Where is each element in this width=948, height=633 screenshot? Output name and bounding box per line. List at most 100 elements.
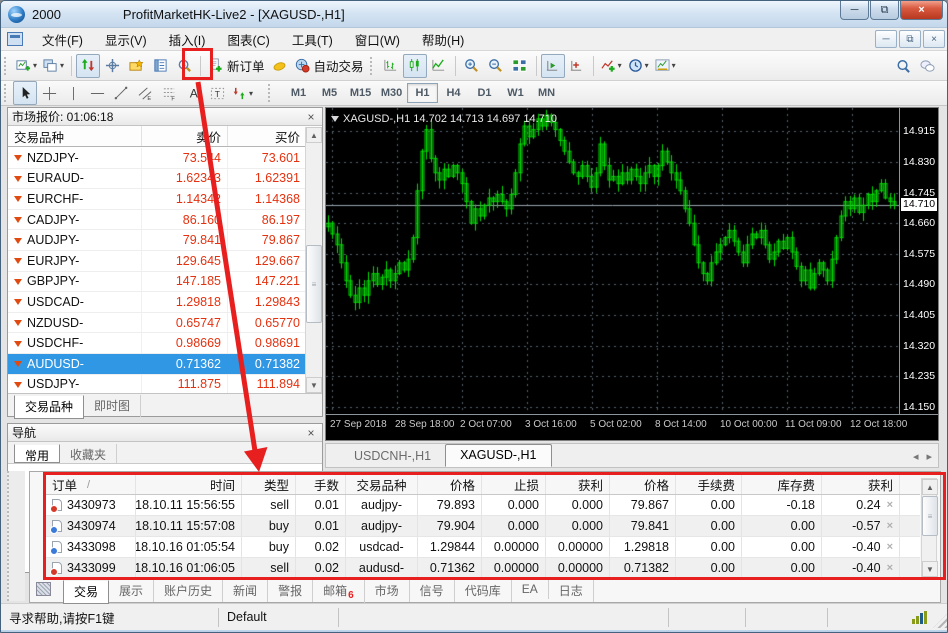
toolbar-grip[interactable] (4, 56, 9, 75)
market-watch-tab[interactable]: 交易品种 (14, 395, 85, 419)
timeframe-m30-button[interactable]: M30 (376, 83, 407, 103)
close-order-icon[interactable]: × (887, 499, 893, 511)
navigator-tab[interactable]: 常用 (14, 444, 61, 463)
fibonacci-button[interactable]: F (157, 81, 181, 105)
chat-button[interactable] (915, 54, 939, 78)
strategy-tester-button[interactable] (172, 54, 196, 78)
new-chart-button[interactable]: ▾ (13, 54, 40, 78)
close-icon[interactable]: × (304, 426, 318, 440)
resize-grip[interactable] (933, 614, 947, 628)
orders-column-header[interactable]: 订单 / (46, 475, 136, 494)
order-row[interactable]: 3430973 2018.10.11 15:56:55 sell 0.01 audjpy… (46, 495, 920, 516)
terminal-button[interactable] (148, 54, 172, 78)
toolbar-grip[interactable] (268, 84, 273, 102)
minimize-button[interactable]: ─ (840, 1, 869, 20)
time-scale[interactable]: 27 Sep 2018 28 Sep 18:00 2 Oct 07:00 3 Oct … (326, 414, 938, 440)
timeframe-h4-button[interactable]: H4 (438, 83, 469, 103)
market-watch-row[interactable]: EURCHF- 1.14342 1.14368 (8, 189, 306, 210)
mdi-minimize-button[interactable]: ─ (875, 30, 897, 48)
scroll-down-icon[interactable]: ▼ (922, 561, 938, 577)
order-row[interactable]: 3433099 2018.10.16 01:06:05 sell 0.02 audusd… (46, 558, 920, 579)
chart-tab[interactable]: USDCNH-,H1 (340, 446, 445, 467)
market-watch-row[interactable]: CADJPY- 86.160 86.197 (8, 209, 306, 231)
terminal-tab-市场[interactable]: 市场 (365, 580, 410, 602)
menu-t[interactable]: 工具(T) (281, 27, 344, 52)
orders-column-header[interactable]: 类型 (242, 475, 296, 494)
orders-column-header[interactable]: 时间 (136, 475, 242, 494)
terminal-tab-邮箱[interactable]: 邮箱6 (313, 580, 365, 605)
search-button[interactable] (891, 54, 915, 78)
column-header[interactable]: 买价 (228, 126, 306, 146)
timeframe-w1-button[interactable]: W1 (500, 83, 531, 103)
candlestick-chart-button[interactable] (402, 53, 427, 78)
zoom-in-button[interactable] (460, 54, 484, 78)
templates-button[interactable]: ▾ (652, 54, 679, 78)
close-icon[interactable]: × (304, 110, 318, 124)
timeframe-d1-button[interactable]: D1 (469, 83, 500, 103)
label-button[interactable]: T (205, 81, 229, 105)
crosshair-button[interactable] (37, 81, 61, 105)
title-bar[interactable]: 2000 ProfitMarketHK-Live2 - [XAGUSD-,H1]… (1, 1, 947, 28)
mdi-close-button[interactable]: × (923, 30, 945, 48)
market-watch-button[interactable] (76, 53, 101, 78)
auto-scroll-button[interactable] (540, 53, 565, 78)
terminal-tab-交易[interactable]: 交易 (63, 580, 110, 604)
chart-tab[interactable]: XAGUSD-,H1 (445, 444, 552, 467)
navigator-button[interactable] (124, 54, 148, 78)
mql5-button[interactable] (268, 54, 292, 78)
profiles-button[interactable]: ▾ (40, 54, 67, 78)
order-row[interactable]: 3433098 2018.10.16 01:05:54 buy 0.02 usdcad-… (46, 537, 920, 558)
market-watch-scrollbar[interactable]: ▲ ≡ ▼ (305, 127, 322, 393)
trendline-button[interactable] (109, 81, 133, 105)
orders-column-header[interactable]: 获利 (822, 475, 900, 494)
close-button[interactable]: × (900, 1, 943, 20)
periods-button[interactable]: ▾ (625, 54, 652, 78)
terminal-tab-日志[interactable]: 日志 (549, 580, 594, 602)
menu-v[interactable]: 显示(V) (94, 27, 158, 52)
market-watch-row[interactable]: NZDJPY- 73.544 73.601 (8, 148, 306, 169)
scroll-right-icon[interactable]: ▸ (926, 450, 932, 463)
timeframe-h1-button[interactable]: H1 (407, 83, 439, 103)
price-scale[interactable]: 14.915 14.830 14.745 14.660 14.575 14.490 14.4… (899, 108, 938, 414)
bar-chart-button[interactable] (379, 54, 403, 78)
orders-column-header[interactable]: 手数 (296, 475, 346, 494)
menu-f[interactable]: 文件(F) (31, 27, 94, 52)
status-profile[interactable]: Default (219, 607, 339, 627)
equidistant-channel-button[interactable]: E (133, 81, 157, 105)
text-button[interactable]: A (181, 81, 205, 105)
market-watch-tab[interactable]: 即时图 (84, 395, 142, 417)
orders-column-header[interactable]: 获利 (546, 475, 610, 494)
timeframe-m5-button[interactable]: M5 (314, 83, 345, 103)
price-chart-canvas[interactable] (326, 108, 899, 414)
market-watch-row[interactable]: NZDUSD- 0.65747 0.65770 (8, 312, 306, 334)
zoom-out-button[interactable] (484, 54, 508, 78)
terminal-tab-ea[interactable]: EA (512, 580, 549, 599)
toolbar-grip[interactable] (4, 84, 9, 102)
timeframe-m1-button[interactable]: M1 (283, 83, 314, 103)
market-watch-row[interactable]: USDJPY- 111.875 111.894 (8, 374, 306, 393)
market-watch-row[interactable]: AUDJPY- 79.841 79.867 (8, 230, 306, 251)
auto-trading-button[interactable]: 自动交易 (292, 54, 367, 78)
market-watch-row[interactable]: GBPJPY- 147.185 147.221 (8, 271, 306, 293)
terminal-tab-展示[interactable]: 展示 (109, 580, 155, 602)
scrollbar-thumb[interactable]: ≡ (306, 245, 322, 323)
cursor-button[interactable] (13, 81, 37, 105)
data-window-button[interactable] (100, 54, 124, 78)
line-chart-button[interactable] (427, 54, 451, 78)
timeframe-mn-button[interactable]: MN (531, 83, 562, 103)
scrollbar-thumb[interactable]: ≡ (922, 496, 938, 536)
indicators-button[interactable]: ▾ (598, 54, 625, 78)
tile-windows-button[interactable] (508, 54, 532, 78)
toolbar-grip[interactable] (369, 56, 375, 75)
chart-plot[interactable]: XAGUSD-,H1 14.702 14.713 14.697 14.710 (326, 108, 899, 414)
orders-column-header[interactable]: 交易品种 (346, 475, 418, 494)
orders-column-header[interactable]: 价格 (418, 475, 482, 494)
menu-w[interactable]: 窗口(W) (344, 27, 411, 52)
arrows-button[interactable]: ▾ (229, 81, 256, 105)
market-watch-row[interactable]: EURAUD- 1.62343 1.62391 (8, 168, 306, 190)
orders-column-header[interactable]: 手续费 (676, 475, 742, 494)
column-header[interactable]: 卖价 (142, 126, 228, 146)
scroll-up-icon[interactable]: ▲ (306, 127, 322, 143)
orders-column-header[interactable]: 止损 (482, 475, 546, 494)
terminal-grip[interactable] (7, 471, 25, 601)
